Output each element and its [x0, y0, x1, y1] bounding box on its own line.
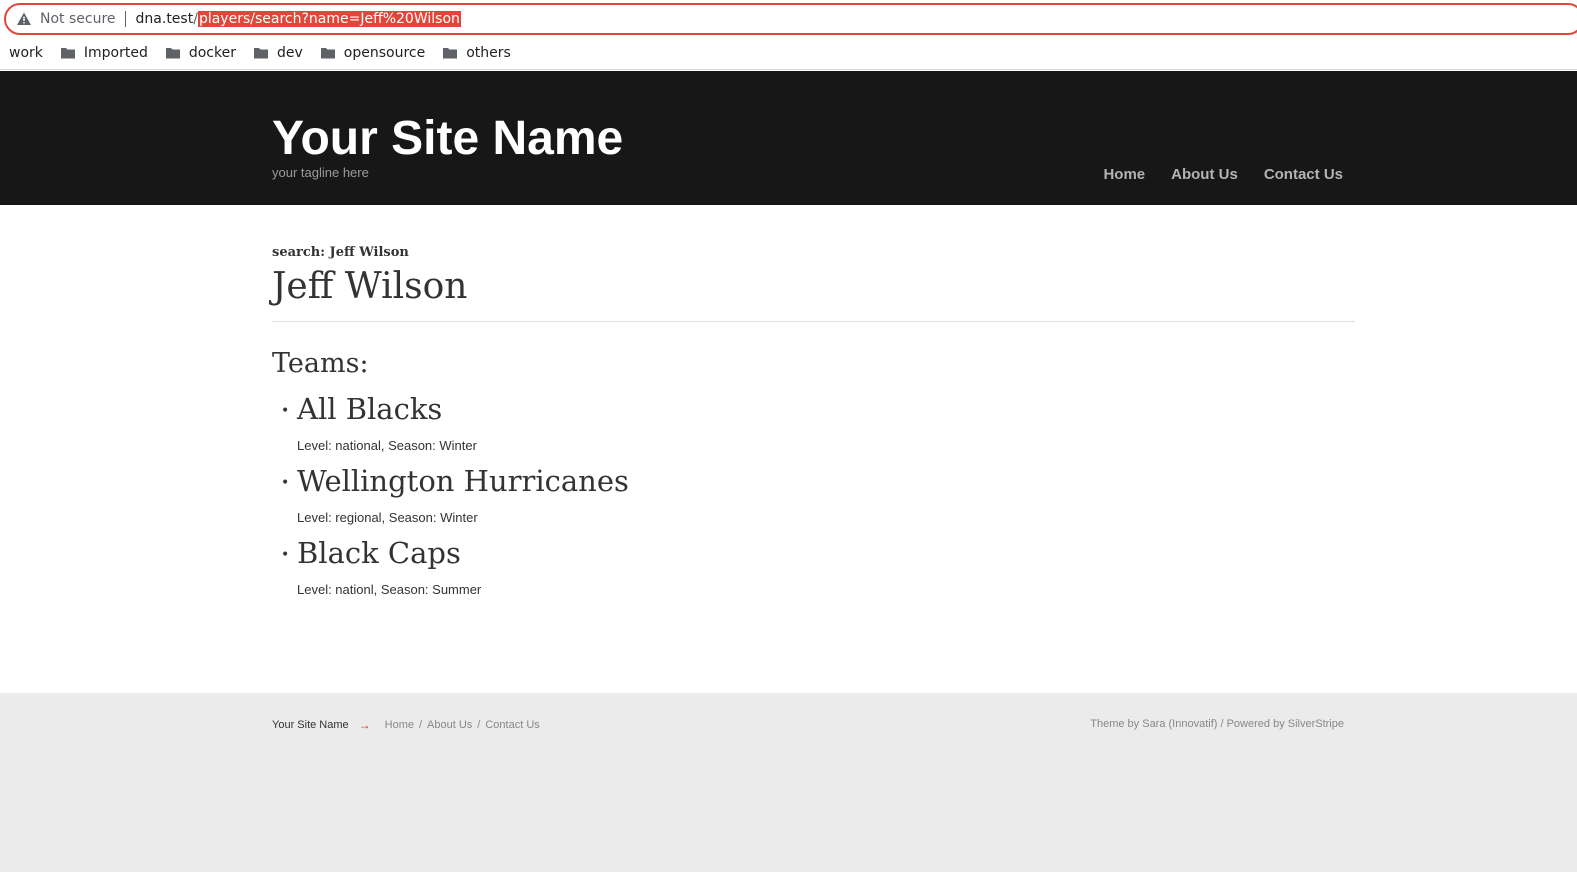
- folder-icon: [320, 47, 335, 58]
- bookmark-label: docker: [188, 44, 236, 61]
- folder-icon: [60, 47, 75, 58]
- bookmark-label: dev: [277, 44, 303, 61]
- footer-link-about-us[interactable]: About Us: [427, 719, 472, 731]
- divider: [272, 321, 1355, 322]
- bookmark-folder-docker[interactable]: docker: [165, 45, 236, 61]
- teams-heading: Teams:: [272, 348, 369, 379]
- site-name[interactable]: Your Site Name: [272, 111, 623, 167]
- bookmark-work[interactable]: work: [9, 45, 43, 61]
- list-item: • Wellington Hurricanes Level: regional,…: [272, 461, 1355, 525]
- site-footer: Your Site Name → Home / About Us / Conta…: [0, 693, 1577, 872]
- breadcrumb: search: Jeff Wilson: [272, 245, 409, 260]
- footer-link-contact-us[interactable]: Contact Us: [485, 719, 539, 731]
- bookmark-folder-imported[interactable]: Imported: [60, 45, 148, 61]
- bookmark-label: Imported: [83, 44, 148, 61]
- team-name: All Blacks: [297, 392, 443, 426]
- list-item: • All Blacks Level: national, Season: Wi…: [272, 389, 1355, 453]
- nav-home[interactable]: Home: [1103, 166, 1145, 183]
- address-bar[interactable]: Not secure dna.test / players/search?name=…: [4, 3, 1577, 35]
- footer-divider: /: [418, 719, 423, 731]
- footer-divider: /: [477, 719, 481, 731]
- separator: [124, 11, 126, 27]
- team-meta: Level: national, Season: Winter: [297, 438, 477, 453]
- url-host: dna.test: [135, 11, 194, 27]
- list-item: • Black Caps Level: nationl, Season: Sum…: [272, 533, 1355, 597]
- arrow-right-icon: →: [358, 718, 371, 732]
- page-title: Jeff Wilson: [272, 266, 468, 307]
- footer-credits: Theme by Sara (Innovatif) / Powered by S…: [1090, 718, 1344, 730]
- folder-icon: [254, 47, 268, 58]
- main-content: search: Jeff Wilson Jeff Wilson Teams: •…: [272, 245, 1355, 605]
- bullet: •: [281, 403, 290, 419]
- site-header: Your Site Name your tagline here Home Ab…: [0, 71, 1577, 205]
- team-name: Wellington Hurricanes: [297, 464, 629, 498]
- bookmark-label: others: [466, 44, 511, 61]
- footer-link-home[interactable]: Home: [385, 719, 414, 731]
- security-label[interactable]: Not secure: [40, 11, 116, 27]
- bookmark-label: work: [9, 44, 43, 61]
- site-tagline: your tagline here: [272, 165, 369, 180]
- team-meta: Level: nationl, Season: Summer: [297, 582, 482, 597]
- footer-site-name: Your Site Name: [272, 719, 349, 731]
- warning-icon: [17, 12, 31, 25]
- bookmarks-bar: work Imported docker dev opensource othe…: [0, 36, 1577, 70]
- bullet: •: [281, 547, 290, 563]
- main-nav: Home About Us Contact Us: [1077, 166, 1343, 183]
- bookmark-folder-others[interactable]: others: [442, 45, 511, 61]
- bookmark-folder-dev[interactable]: dev: [253, 45, 303, 61]
- folder-icon: [165, 47, 180, 58]
- nav-about-us[interactable]: About Us: [1171, 166, 1238, 183]
- bookmark-folder-opensource[interactable]: opensource: [320, 45, 425, 61]
- footer-breadcrumb: Your Site Name → Home / About Us / Conta…: [272, 718, 540, 732]
- url-path-selected: players/search?name=Jeff%20Wilson: [197, 11, 461, 27]
- bookmark-label: opensource: [343, 44, 426, 61]
- teams-list: • All Blacks Level: national, Season: Wi…: [272, 389, 1355, 597]
- bullet: •: [281, 475, 290, 491]
- folder-icon: [443, 47, 458, 58]
- nav-contact-us[interactable]: Contact Us: [1264, 166, 1343, 183]
- team-meta: Level: regional, Season: Winter: [297, 510, 478, 525]
- team-name: Black Caps: [297, 536, 461, 570]
